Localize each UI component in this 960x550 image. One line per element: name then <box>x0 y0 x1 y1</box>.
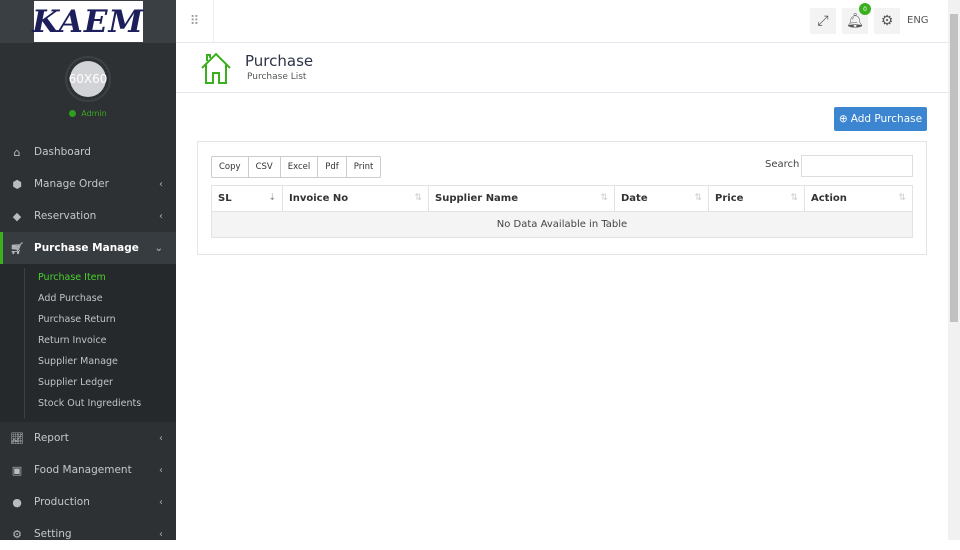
column-header-date[interactable]: Date ⇅ <box>614 185 709 212</box>
language-selector[interactable]: ENG <box>907 15 929 26</box>
copy-button[interactable]: Copy <box>212 157 249 177</box>
tag-icon: ◆ <box>12 209 22 223</box>
sidebar-item-label: Report <box>34 432 69 444</box>
sort-icon: ⇅ <box>694 193 702 203</box>
gear-icon: ⚙ <box>12 527 22 541</box>
search-label: Search <box>765 159 800 170</box>
chevron-left-icon: ‹ <box>159 178 163 190</box>
sort-icon: ⇅ <box>414 193 422 203</box>
chevron-left-icon: ‹ <box>159 528 163 540</box>
column-header-invoice-no[interactable]: Invoice No ⇅ <box>282 185 429 212</box>
sidebar-item-label: Manage Order <box>34 178 109 190</box>
page-subtitle: Purchase List <box>247 72 307 82</box>
sidebar-item-food-management[interactable]: ▣ Food Management ‹ <box>0 454 176 486</box>
sidebar-item-label: Food Management <box>34 464 132 476</box>
chart-line-icon: 📈︎ <box>10 431 24 445</box>
fullscreen-button[interactable]: ⤢ <box>810 8 836 34</box>
sidebar-item-label: Dashboard <box>34 146 91 158</box>
add-purchase-button[interactable]: ⊕ Add Purchase <box>834 107 927 131</box>
expand-icon: ⤢ <box>817 13 829 29</box>
sidebar-item-production[interactable]: ● Production ‹ <box>0 486 176 518</box>
column-header-action[interactable]: Action ⇅ <box>804 185 913 212</box>
avatar-placeholder: 60X60 <box>69 61 107 97</box>
sidebar-item-label: Production <box>34 496 90 508</box>
column-label: Action <box>811 193 847 204</box>
column-header-supplier-name[interactable]: Supplier Name ⇅ <box>428 185 615 212</box>
chevron-left-icon: ‹ <box>159 496 163 508</box>
csv-button[interactable]: CSV <box>249 157 281 177</box>
column-header-price[interactable]: Price ⇅ <box>708 185 805 212</box>
user-role: Admin <box>0 109 176 118</box>
chevron-left-icon: ‹ <box>159 210 163 222</box>
purchase-submenu: Purchase Item Add Purchase Purchase Retu… <box>0 264 176 422</box>
sort-asc-icon: ⇣ <box>268 193 276 203</box>
chevron-down-icon: ⌄ <box>154 242 163 254</box>
column-label: SL <box>218 193 232 204</box>
sidebar-item-label: Setting <box>34 528 72 540</box>
sidebar-item-setting[interactable]: ⚙ Setting ‹ <box>0 518 176 550</box>
cart-icon: 🛒︎ <box>10 241 24 255</box>
submenu-add-purchase[interactable]: Add Purchase <box>38 293 103 304</box>
chevron-left-icon: ‹ <box>159 432 163 444</box>
plus-circle-icon: ⊕ <box>838 113 848 125</box>
sort-icon: ⇅ <box>790 193 798 203</box>
bell-icon: 🔔︎ <box>846 13 864 29</box>
submenu-return-invoice[interactable]: Return Invoice <box>38 335 107 346</box>
column-label: Invoice No <box>289 193 349 204</box>
pdf-button[interactable]: Pdf <box>318 157 347 177</box>
scrollbar-thumb[interactable] <box>950 14 958 322</box>
page-header: Purchase Purchase List <box>176 44 948 93</box>
submenu-purchase-return[interactable]: Purchase Return <box>38 314 116 325</box>
sidebar-item-manage-order[interactable]: ⬢ Manage Order ‹ <box>0 168 176 200</box>
sidebar-item-label: Purchase Manage <box>34 242 139 254</box>
logo[interactable]: KAEM <box>32 1 143 42</box>
sidebar-item-reservation[interactable]: ◆ Reservation ‹ <box>0 200 176 232</box>
page-title: Purchase <box>245 52 314 70</box>
production-icon: ● <box>12 495 22 509</box>
submenu-supplier-ledger[interactable]: Supplier Ledger <box>38 377 113 388</box>
add-purchase-label: Add Purchase <box>850 113 923 125</box>
search-input[interactable] <box>801 155 913 177</box>
page-scrollbar[interactable] <box>948 0 960 540</box>
topbar: ⠿ ⤢ 🔔︎ 0 ⚙ ENG <box>176 0 948 43</box>
logo-area: KAEM <box>0 0 176 43</box>
home-icon: ⌂ <box>13 145 21 159</box>
sidebar-item-dashboard[interactable]: ⌂ Dashboard <box>0 136 176 168</box>
print-button[interactable]: Print <box>347 157 381 177</box>
table-row: No Data Available in Table <box>211 211 913 238</box>
settings-button[interactable]: ⚙ <box>874 8 900 34</box>
sort-icon: ⇅ <box>898 193 906 203</box>
column-label: Price <box>715 193 744 204</box>
submenu-purchase-item[interactable]: Purchase Item <box>38 272 106 283</box>
sort-icon: ⇅ <box>600 193 608 203</box>
notification-badge: 0 <box>859 3 871 15</box>
column-label: Supplier Name <box>435 193 519 204</box>
purchase-table: SL ⇣ Invoice No ⇅ Supplier Name ⇅ Date ⇅ Pri… <box>211 185 913 238</box>
apps-grid-icon[interactable]: ⠿ <box>176 0 214 42</box>
chevron-left-icon: ‹ <box>159 464 163 476</box>
submenu-supplier-manage[interactable]: Supplier Manage <box>38 356 118 367</box>
cube-icon: ⬢ <box>12 177 22 191</box>
gear-icon: ⚙ <box>880 13 894 29</box>
avatar[interactable]: 60X60 <box>65 56 111 102</box>
column-label: Date <box>621 193 648 204</box>
purchase-table-card: Copy CSV Excel Pdf Print Search SL ⇣ Invo… <box>197 141 927 255</box>
sidebar-item-purchase-manage[interactable]: 🛒︎ Purchase Manage ⌄ <box>0 232 176 264</box>
empty-table-message: No Data Available in Table <box>211 211 913 238</box>
sidebar: KAEM 60X60 Admin ⌂ Dashboard ⬢ Manage Orde… <box>0 0 176 541</box>
submenu-stock-out-ingredients[interactable]: Stock Out Ingredients <box>38 398 141 409</box>
sidebar-item-label: Reservation <box>34 210 97 222</box>
sidebar-item-report[interactable]: 📈︎ Report ‹ <box>0 422 176 454</box>
export-buttons: Copy CSV Excel Pdf Print <box>211 156 382 178</box>
excel-button[interactable]: Excel <box>281 157 319 177</box>
home-icon <box>201 52 231 84</box>
food-box-icon: ▣ <box>11 463 23 477</box>
column-header-sl[interactable]: SL ⇣ <box>211 185 283 212</box>
